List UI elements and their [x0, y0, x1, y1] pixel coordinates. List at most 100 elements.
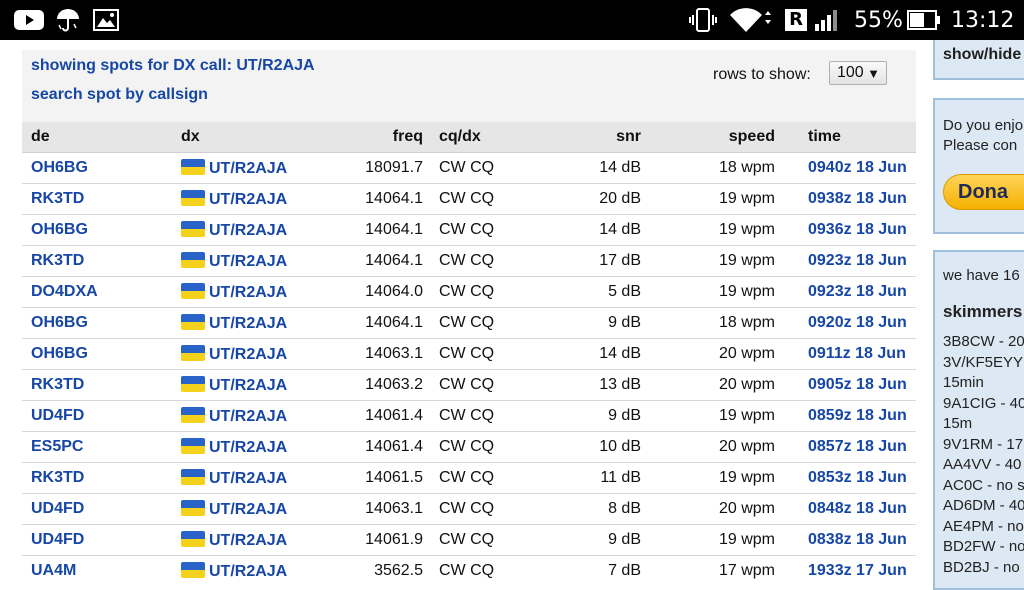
- de-value-link[interactable]: RK3TD: [31, 190, 84, 207]
- de-value-link[interactable]: RK3TD: [31, 252, 84, 269]
- speed-value: 19 wpm: [718, 221, 775, 238]
- de-value-link[interactable]: DO4DXA: [31, 283, 98, 300]
- cell-cqdx: CW CQ: [423, 183, 542, 215]
- snr-value: 13 dB: [599, 376, 641, 393]
- cell-time: 0920z 18 Jun: [775, 307, 916, 339]
- dx-value-link[interactable]: UT/R2AJA: [209, 315, 287, 332]
- cqdx-value: CW CQ: [439, 345, 495, 362]
- cell-snr: 14 dB: [542, 214, 641, 246]
- time-value-link[interactable]: 0905z 18 Jun: [808, 376, 907, 393]
- time-value-link[interactable]: 0838z 18 Jun: [808, 531, 907, 548]
- cell-de: UD4FD: [22, 400, 181, 432]
- time-value-link[interactable]: 0848z 18 Jun: [808, 500, 907, 517]
- freq-value: 14063.1: [365, 500, 423, 517]
- we-have-text: we have 16: [943, 267, 1020, 284]
- dx-value-link[interactable]: UT/R2AJA: [209, 160, 287, 177]
- table-row: RK3TD UT/R2AJA 14061.5 CW CQ 11 dB 19 wpm 0853…: [22, 462, 916, 494]
- cell-freq: 14063.1: [361, 493, 423, 525]
- ukraine-flag-icon: [181, 561, 205, 578]
- dx-value-link[interactable]: UT/R2AJA: [209, 439, 287, 456]
- time-value-link[interactable]: 0936z 18 Jun: [808, 221, 907, 238]
- time-value-link[interactable]: 0920z 18 Jun: [808, 314, 907, 331]
- de-value-link[interactable]: RK3TD: [31, 469, 84, 486]
- table-row: OH6BG UT/R2AJA 18091.7 CW CQ 14 dB 18 wpm 0940…: [22, 152, 916, 184]
- cell-freq: 3562.5: [361, 555, 423, 586]
- roaming-icon: R: [785, 0, 807, 40]
- time-value-link[interactable]: 0911z 18 Jun: [808, 345, 906, 362]
- cell-speed: 20 wpm: [641, 493, 775, 525]
- dx-value-link[interactable]: UT/R2AJA: [209, 563, 287, 580]
- search-spot-link[interactable]: search spot by callsign: [31, 86, 208, 104]
- de-value-link[interactable]: UD4FD: [31, 500, 84, 517]
- time-value-link[interactable]: 0857z 18 Jun: [808, 438, 907, 455]
- dx-value-link[interactable]: UT/R2AJA: [209, 222, 287, 239]
- skimmer-item: 9A1CIG - 40: [943, 394, 1024, 412]
- time-value-link[interactable]: 0940z 18 Jun: [808, 159, 907, 176]
- cell-dx: UT/R2AJA: [181, 493, 361, 525]
- freq-value: 14063.1: [365, 345, 423, 362]
- speed-value: 18 wpm: [718, 159, 775, 176]
- table-row: RK3TD UT/R2AJA 14063.2 CW CQ 13 dB 20 wpm 0905…: [22, 369, 916, 401]
- de-value-link[interactable]: OH6BG: [31, 345, 88, 362]
- de-value-link[interactable]: OH6BG: [31, 221, 88, 238]
- time-value-link[interactable]: 0853z 18 Jun: [808, 469, 907, 486]
- cell-speed: 19 wpm: [641, 400, 775, 432]
- time-value-link[interactable]: 1933z 17 Jun: [808, 562, 907, 579]
- cell-cqdx: CW CQ: [423, 245, 542, 277]
- freq-value: 3562.5: [374, 562, 423, 579]
- cell-time: 0938z 18 Jun: [775, 183, 916, 215]
- cell-freq: 14061.9: [361, 524, 423, 556]
- dx-value-link[interactable]: UT/R2AJA: [209, 470, 287, 487]
- ukraine-flag-icon: [181, 251, 205, 268]
- enjoy-text-line1: Do you enjo: [943, 117, 1024, 134]
- dx-value-link[interactable]: UT/R2AJA: [209, 191, 287, 208]
- skimmer-list: 3B8CW - 20 3V/KF5EYY 15min 9A1CIG - 40 15m 9V…: [943, 332, 1024, 578]
- roaming-badge: R: [785, 9, 807, 31]
- de-value-link[interactable]: UD4FD: [31, 531, 84, 548]
- show-hide-link[interactable]: show/hide: [943, 45, 1021, 66]
- time-value-link[interactable]: 0923z 18 Jun: [808, 252, 907, 269]
- cell-de: DO4DXA: [22, 276, 181, 308]
- cell-dx: UT/R2AJA: [181, 245, 361, 277]
- dx-value-link[interactable]: UT/R2AJA: [209, 501, 287, 518]
- cell-snr: 8 dB: [542, 493, 641, 525]
- de-value-link[interactable]: RK3TD: [31, 376, 84, 393]
- cell-dx: UT/R2AJA: [181, 307, 361, 339]
- snr-value: 11 dB: [600, 469, 641, 486]
- ukraine-flag-icon: [181, 530, 205, 547]
- skimmer-item: 15min: [943, 374, 984, 391]
- cell-snr: 13 dB: [542, 369, 641, 401]
- ukraine-flag-icon: [181, 158, 205, 175]
- showing-spots-link[interactable]: showing spots for DX call: UT/R2AJA: [31, 57, 315, 75]
- cell-speed: 18 wpm: [641, 152, 775, 184]
- de-value-link[interactable]: UD4FD: [31, 407, 84, 424]
- de-value-link[interactable]: OH6BG: [31, 314, 88, 331]
- table-row: RK3TD UT/R2AJA 14064.1 CW CQ 17 dB 19 wpm 0923…: [22, 245, 916, 277]
- col-header-dx: dx: [181, 122, 361, 153]
- dx-value-link[interactable]: UT/R2AJA: [209, 377, 287, 394]
- cell-de: RK3TD: [22, 369, 181, 401]
- de-value-link[interactable]: OH6BG: [31, 159, 88, 176]
- dx-value-link[interactable]: UT/R2AJA: [209, 284, 287, 301]
- dx-value-link[interactable]: UT/R2AJA: [209, 346, 287, 363]
- cqdx-value: CW CQ: [439, 190, 495, 207]
- time-value-link[interactable]: 0938z 18 Jun: [808, 190, 907, 207]
- spots-header: showing spots for DX call: UT/R2AJA sear…: [22, 50, 916, 122]
- snr-value: 20 dB: [599, 190, 641, 207]
- snr-value: 8 dB: [608, 500, 641, 517]
- de-value-link[interactable]: UA4M: [31, 562, 76, 579]
- time-value-link[interactable]: 0859z 18 Jun: [808, 407, 907, 424]
- cell-speed: 20 wpm: [641, 369, 775, 401]
- de-value-link[interactable]: ES5PC: [31, 438, 83, 455]
- dx-value-link[interactable]: UT/R2AJA: [209, 532, 287, 549]
- dx-value-link[interactable]: UT/R2AJA: [209, 253, 287, 270]
- donate-button[interactable]: Dona: [943, 174, 1024, 210]
- rows-to-show-select[interactable]: 100 ▼: [829, 61, 887, 85]
- freq-value: 14061.4: [365, 438, 423, 455]
- time-value-link[interactable]: 0923z 18 Jun: [808, 283, 907, 300]
- cell-de: UD4FD: [22, 493, 181, 525]
- dx-value-link[interactable]: UT/R2AJA: [209, 408, 287, 425]
- col-header-de: de: [22, 122, 181, 153]
- speed-value: 19 wpm: [718, 407, 775, 424]
- cell-de: OH6BG: [22, 307, 181, 339]
